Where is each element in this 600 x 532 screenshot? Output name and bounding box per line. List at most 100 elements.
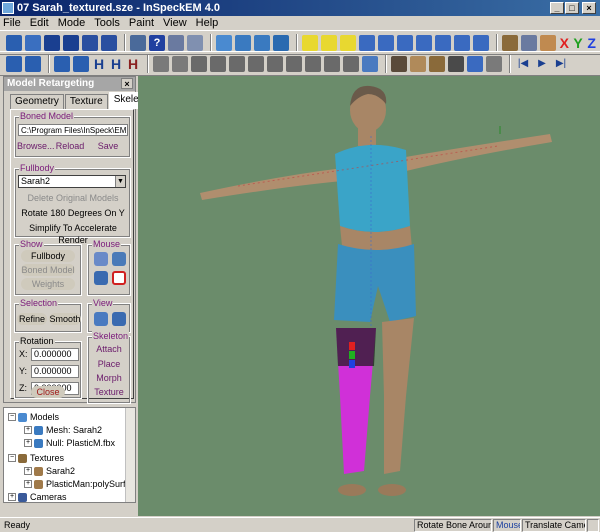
snap-icon[interactable] [191, 55, 207, 72]
chevron-down-icon[interactable]: ▼ [115, 176, 125, 187]
axis-x-button[interactable]: X [559, 35, 570, 51]
skeleton-icon[interactable] [448, 55, 464, 72]
tree-item-null[interactable]: + Null: PlasticM.fbx [24, 437, 115, 449]
viewport-canvas[interactable] [138, 76, 600, 516]
print-icon[interactable] [130, 34, 146, 51]
light-icon[interactable] [273, 34, 289, 51]
export-icon[interactable] [101, 34, 117, 51]
view-side-icon[interactable] [112, 312, 126, 326]
rotation-y-field[interactable]: 0.000000 [31, 365, 79, 378]
play-icon[interactable]: ▶ [534, 55, 550, 72]
move-icon[interactable] [359, 34, 375, 51]
h-button-3[interactable]: H [126, 56, 140, 72]
texture-icon[interactable] [235, 34, 251, 51]
body-icon[interactable] [502, 34, 518, 51]
collapse-icon[interactable]: − [8, 454, 16, 462]
close-button[interactable]: Close [31, 386, 65, 398]
show-boned-model-button[interactable]: Boned Model [21, 264, 75, 276]
tool-icon[interactable] [187, 34, 203, 51]
context-help-icon[interactable] [168, 34, 184, 51]
place-button[interactable]: Place [89, 358, 129, 370]
bone-gizmo-y[interactable] [349, 351, 355, 359]
new-icon[interactable] [6, 34, 22, 51]
tab-texture[interactable]: Texture [64, 94, 108, 109]
rotation-x-field[interactable]: 0.000000 [31, 348, 79, 361]
select-add-icon[interactable] [321, 34, 337, 51]
camera-icon[interactable] [391, 55, 407, 72]
tree-item-cameras[interactable]: + Cameras [8, 491, 67, 502]
browse-button[interactable]: Browse... [17, 140, 55, 152]
layers-icon[interactable] [467, 55, 483, 72]
scale-icon[interactable] [397, 34, 413, 51]
merge-icon[interactable] [324, 55, 340, 72]
light-bulb-icon[interactable] [362, 55, 378, 72]
mouse-pan-icon[interactable] [94, 271, 108, 285]
rotate-180-button[interactable]: Rotate 180 Degrees On Y [19, 207, 127, 219]
tree-item-mesh[interactable]: + Mesh: Sarah2 [24, 424, 102, 436]
morph-button[interactable]: Morph [89, 372, 129, 384]
undo-icon[interactable] [6, 55, 22, 72]
last-frame-icon[interactable]: ▶| [553, 55, 569, 72]
measure-icon[interactable] [473, 34, 489, 51]
mouse-target-icon[interactable] [112, 271, 126, 285]
save-button[interactable]: Save [93, 140, 123, 152]
close-window-button[interactable]: × [582, 2, 596, 14]
axis-z-button[interactable]: Z [586, 35, 597, 51]
texture-button[interactable]: Texture [89, 386, 129, 398]
face-icon[interactable] [540, 34, 556, 51]
open-icon[interactable] [25, 34, 41, 51]
h-button-1[interactable]: H [92, 56, 106, 72]
select-remove-icon[interactable] [340, 34, 356, 51]
menu-help[interactable]: Help [196, 17, 219, 29]
mesh-icon[interactable] [521, 34, 537, 51]
align-icon[interactable] [210, 55, 226, 72]
3d-viewport[interactable] [138, 76, 600, 516]
zoom-icon[interactable] [435, 34, 451, 51]
fill-holes-icon[interactable] [286, 55, 302, 72]
export-mesh-icon[interactable] [73, 55, 89, 72]
model-icon[interactable] [216, 34, 232, 51]
menu-view[interactable]: View [163, 17, 187, 29]
maximize-button[interactable]: □ [565, 2, 579, 14]
h-button-2[interactable]: H [109, 56, 123, 72]
mouse-move-icon[interactable] [112, 252, 126, 266]
axis-y-button[interactable]: Y [573, 35, 584, 51]
ungroup-icon[interactable] [172, 55, 188, 72]
head-icon[interactable] [429, 55, 445, 72]
first-frame-icon[interactable]: |◀ [515, 55, 531, 72]
view-front-icon[interactable] [94, 312, 108, 326]
redo-icon[interactable] [25, 55, 41, 72]
cut-icon[interactable] [305, 55, 321, 72]
delete-original-models-button[interactable]: Delete Original Models [19, 192, 127, 204]
pan-icon[interactable] [416, 34, 432, 51]
help-icon[interactable]: ? [149, 34, 165, 51]
expand-icon[interactable]: + [8, 493, 16, 501]
stack-icon[interactable] [486, 55, 502, 72]
weld-icon[interactable] [343, 55, 359, 72]
tree-item-texture-plasticman[interactable]: + PlasticMan:polySurfa [24, 478, 131, 490]
expand-icon[interactable]: + [24, 439, 32, 447]
tree-vertical-scrollbar[interactable] [125, 408, 135, 502]
reload-button[interactable]: Reload [54, 140, 86, 152]
attach-button[interactable]: Attach [89, 343, 129, 355]
orbit-icon[interactable] [454, 34, 470, 51]
fullbody-select[interactable]: Sarah2 ▼ [18, 175, 126, 188]
collapse-icon[interactable]: − [8, 413, 16, 421]
show-fullbody-button[interactable]: Fullbody [21, 250, 75, 262]
expand-icon[interactable]: + [24, 426, 32, 434]
decimate-icon[interactable] [267, 55, 283, 72]
refine-button[interactable]: Refine [17, 313, 47, 325]
save-icon[interactable] [44, 34, 60, 51]
tree-item-textures[interactable]: − Textures [8, 452, 64, 464]
render-icon[interactable] [254, 34, 270, 51]
select-arrow-icon[interactable] [302, 34, 318, 51]
show-weights-button[interactable]: Weights [21, 278, 75, 290]
rotate-icon[interactable] [378, 34, 394, 51]
import-icon[interactable] [54, 55, 70, 72]
menu-mode[interactable]: Mode [58, 17, 86, 29]
smooth-button[interactable]: Smooth [49, 313, 81, 325]
save-all-icon[interactable] [82, 34, 98, 51]
resize-grip-icon[interactable] [587, 519, 599, 532]
expand-icon[interactable]: + [24, 480, 32, 488]
menu-tools[interactable]: Tools [94, 17, 120, 29]
